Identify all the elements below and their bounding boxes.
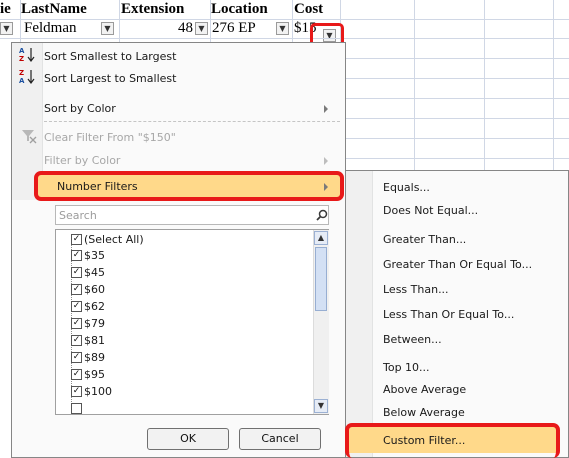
grid-line [210, 0, 211, 42]
list-item-label: $60 [84, 283, 105, 296]
header-cell-cost[interactable]: Cost [294, 0, 323, 19]
grid-line [0, 19, 569, 20]
list-item-label: $79 [84, 317, 105, 330]
menu-sort-by-color[interactable]: Sort by Color [44, 98, 116, 120]
submenu-arrow-icon [324, 105, 328, 113]
grid-line [553, 0, 554, 170]
menu-filter-by-color[interactable]: Filter by Color [44, 150, 120, 172]
number-filters-annotation [34, 171, 344, 201]
checkbox[interactable]: ✓ [71, 352, 82, 363]
svg-text:A: A [19, 47, 25, 55]
checkbox[interactable]: ✓ [71, 301, 82, 312]
sort-ascending-icon: AZ [19, 46, 37, 63]
grid-line [414, 0, 415, 170]
submenu-above-average[interactable]: Above Average [383, 379, 466, 401]
checkbox[interactable]: ✓ [71, 335, 82, 346]
grid-line [346, 138, 569, 139]
scroll-down-icon[interactable]: ▼ [314, 399, 328, 413]
checkbox[interactable]: ✓ [71, 386, 82, 397]
list-item-label: (Select All) [84, 233, 144, 246]
grid-line [119, 0, 120, 42]
search-icon [316, 209, 328, 221]
menu-sort-descending[interactable]: Sort Largest to Smallest [44, 68, 176, 90]
search-placeholder: Search [59, 209, 97, 222]
custom-filter-annotation [345, 423, 560, 458]
menu-clear-filter[interactable]: Clear Filter From "$150" [44, 127, 176, 149]
header-cell-location[interactable]: Location [211, 0, 268, 19]
checkbox[interactable] [71, 403, 82, 414]
grid-line [346, 158, 569, 159]
list-item[interactable]: ✓ $100 [71, 384, 112, 400]
checkbox[interactable]: ✓ [71, 250, 82, 261]
header-cell-firstname[interactable]: ie [0, 0, 11, 19]
grid-line [20, 0, 21, 42]
list-item-label: $89 [84, 351, 105, 364]
submenu-less-than-or-equal[interactable]: Less Than Or Equal To... [383, 304, 514, 326]
list-item-label: $45 [84, 266, 105, 279]
cell-location[interactable]: 276 EP [212, 19, 256, 38]
checkbox[interactable]: ✓ [71, 234, 82, 245]
grid-line [0, 38, 569, 39]
submenu-arrow-icon [324, 157, 328, 165]
list-item[interactable]: ✓ $81 [71, 333, 105, 349]
list-item[interactable]: ✓ $79 [71, 316, 105, 332]
grid-line [484, 0, 485, 170]
list-item-label: $35 [84, 249, 105, 262]
submenu-greater-than[interactable]: Greater Than... [383, 229, 466, 251]
submenu-between[interactable]: Between... [383, 329, 442, 351]
grid-line [292, 0, 293, 42]
grid-line [346, 58, 569, 59]
submenu-below-average[interactable]: Below Average [383, 402, 465, 424]
header-cell-extension[interactable]: Extension [121, 0, 184, 19]
filter-dropdown-lastname[interactable]: ▼ [101, 22, 114, 35]
list-item[interactable]: ✓ $35 [71, 248, 105, 264]
grid-line [346, 118, 569, 119]
menu-sort-ascending[interactable]: Sort Smallest to Largest [44, 46, 176, 68]
list-item-label: $81 [84, 334, 105, 347]
list-item-label: $62 [84, 300, 105, 313]
submenu-greater-than-or-equal[interactable]: Greater Than Or Equal To... [383, 254, 532, 276]
filter-dropdown-extension[interactable]: ▼ [195, 22, 208, 35]
submenu-does-not-equal[interactable]: Does Not Equal... [383, 200, 478, 222]
cancel-button[interactable]: Cancel [239, 428, 321, 450]
search-input[interactable]: Search [55, 205, 329, 225]
menu-separator [44, 121, 340, 122]
filter-dropdown-location[interactable]: ▼ [276, 22, 289, 35]
ok-button[interactable]: OK [147, 428, 229, 450]
list-scrollbar[interactable]: ▲ ▼ [313, 230, 329, 414]
cell-extension[interactable]: 48 [178, 19, 193, 38]
list-item-label: $95 [84, 368, 105, 381]
list-item-label: $100 [84, 385, 112, 398]
list-item-select-all[interactable]: ✓ (Select All) [71, 232, 144, 248]
submenu-top-10[interactable]: Top 10... [383, 357, 430, 379]
cell-lastname[interactable]: Feldman [24, 19, 77, 38]
list-item[interactable]: ✓ $95 [71, 367, 105, 383]
checkbox[interactable]: ✓ [71, 284, 82, 295]
list-item[interactable]: ✓ $89 [71, 350, 105, 366]
checkbox[interactable]: ✓ [71, 369, 82, 380]
submenu-less-than[interactable]: Less Than... [383, 279, 449, 301]
submenu-icon-gutter [346, 171, 373, 457]
scroll-thumb[interactable] [315, 247, 327, 311]
svg-text:Z: Z [19, 55, 24, 62]
svg-text:A: A [19, 77, 25, 84]
sort-descending-icon: ZA [19, 68, 37, 85]
list-item[interactable]: ✓ $60 [71, 282, 105, 298]
checkbox[interactable]: ✓ [71, 318, 82, 329]
svg-text:Z: Z [19, 69, 24, 77]
submenu-equals[interactable]: Equals... [383, 177, 430, 199]
filter-value-list[interactable]: ✓ (Select All) ✓ $35 ✓ $45 ✓ $60 ✓ $62 ✓ $79 ✓… [55, 229, 329, 415]
checkbox[interactable]: ✓ [71, 267, 82, 278]
list-item[interactable]: ✓ $45 [71, 265, 105, 281]
header-cell-lastname[interactable]: LastName [21, 0, 87, 19]
grid-line [346, 98, 569, 99]
grid-line [346, 78, 569, 79]
filter-dropdown-firstname[interactable]: ▼ [0, 22, 13, 35]
list-item[interactable]: ✓ $62 [71, 299, 105, 315]
scroll-up-icon[interactable]: ▲ [314, 231, 328, 245]
clear-filter-icon [21, 128, 37, 144]
